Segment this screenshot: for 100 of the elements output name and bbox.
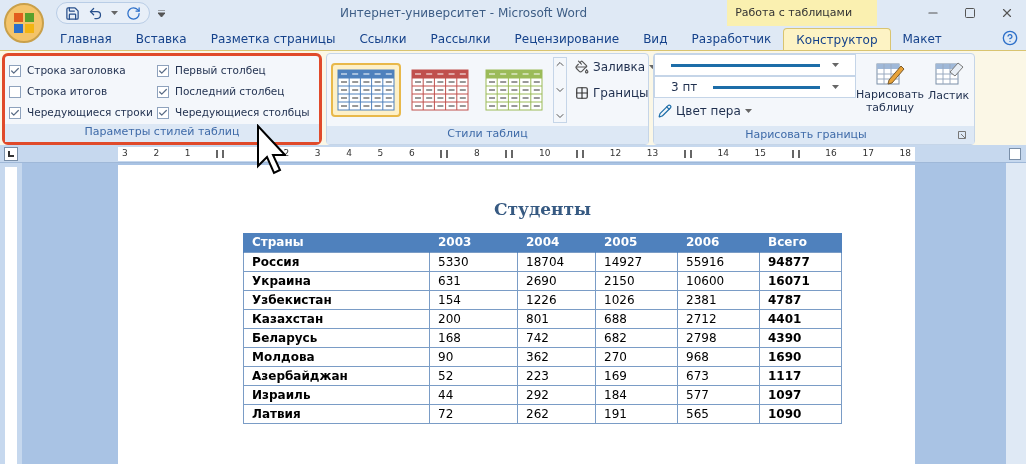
eraser-button[interactable]: Ластик: [924, 54, 974, 126]
checkbox[interactable]: [9, 107, 21, 120]
table-cell: 10600: [677, 271, 760, 291]
caret-icon: [832, 63, 839, 67]
table-cell: 2381: [677, 290, 760, 310]
maximize-icon[interactable]: [964, 7, 976, 19]
table-cell: 2150: [595, 271, 678, 291]
caret-icon: [111, 11, 118, 15]
ribbon-tab[interactable]: Вид: [631, 28, 680, 50]
table-cell: 168: [429, 328, 518, 348]
table-cell: 18704: [517, 252, 596, 272]
vertical-scrollbar[interactable]: [1006, 163, 1026, 464]
column-marker[interactable]: [505, 149, 514, 158]
ruler-number: 2: [153, 146, 160, 160]
tab-selector[interactable]: [4, 146, 18, 161]
table-cell: 1117: [759, 366, 842, 386]
table-cell: Казахстан: [243, 309, 430, 329]
caret-icon: [744, 109, 752, 113]
table-cell: 362: [517, 347, 596, 367]
table-cell: 682: [595, 328, 678, 348]
table-cell: 2690: [517, 271, 596, 291]
table-cell: Россия: [243, 252, 430, 272]
ruler-number: 3: [314, 146, 321, 160]
table-cell: 1226: [517, 290, 596, 310]
checkbox[interactable]: [157, 64, 169, 77]
checkbox[interactable]: [9, 86, 21, 98]
table-cell: Азербайджан: [243, 366, 430, 386]
pen-color-button[interactable]: Цвет пера: [658, 102, 856, 120]
table-cell: 262: [517, 404, 596, 424]
table-style-thumbnail[interactable]: [331, 63, 401, 117]
help-icon[interactable]: [1002, 30, 1018, 46]
table-cell: Молдова: [243, 347, 430, 367]
ruler-number: 1: [184, 146, 191, 160]
ribbon-tab[interactable]: Рецензирование: [502, 28, 632, 50]
table-cell: 1690: [759, 347, 842, 367]
table-cell: 292: [517, 385, 596, 405]
column-marker[interactable]: [683, 149, 692, 158]
table-cell: 631: [429, 271, 518, 291]
office-logo-icon: [13, 12, 35, 34]
table-cell: 94877: [759, 252, 842, 272]
table-cell: 4390: [759, 328, 842, 348]
dialog-launcher-icon[interactable]: [958, 131, 966, 139]
ribbon-tab[interactable]: Ссылки: [347, 28, 419, 50]
table-cell: 565: [677, 404, 760, 424]
table-cell: 2798: [677, 328, 760, 348]
pen-color-icon: [658, 104, 672, 118]
ribbon-tab[interactable]: Рассылки: [418, 28, 503, 50]
ruler-number: 15: [754, 146, 767, 160]
checkbox[interactable]: [157, 86, 169, 98]
redo-icon[interactable]: [126, 5, 141, 21]
ribbon-tab[interactable]: Разметка страницы: [198, 28, 348, 50]
column-header: 2003: [429, 232, 518, 253]
ruler-number: 8: [473, 146, 480, 160]
line-style-dropdown[interactable]: [654, 54, 856, 76]
table-cell: Узбекистан: [243, 290, 430, 310]
table-cell: 742: [517, 328, 596, 348]
ruler-number: 13: [646, 146, 659, 160]
draw-table-button[interactable]: Нарисовать таблицу: [856, 54, 924, 126]
borders-icon: [575, 86, 589, 100]
caret-icon: [832, 85, 839, 89]
column-marker[interactable]: [440, 149, 449, 158]
checkbox[interactable]: [9, 64, 21, 77]
table-cell: 270: [595, 347, 678, 367]
line-weight-dropdown[interactable]: 3 пт: [654, 76, 856, 98]
undo-icon[interactable]: [88, 5, 103, 21]
table-cell: Беларусь: [243, 328, 430, 348]
column-marker[interactable]: [216, 149, 225, 158]
customize-toolbar-icon[interactable]: [158, 9, 165, 17]
checkbox-label: Последний столбец: [175, 84, 285, 100]
table-cell: 223: [517, 366, 596, 386]
save-icon[interactable]: [65, 5, 80, 21]
ribbon-tab[interactable]: Макет: [890, 28, 954, 50]
table-cell: Украина: [243, 271, 430, 291]
column-marker[interactable]: [791, 149, 800, 158]
checkbox[interactable]: [157, 107, 169, 120]
table-cell: 1097: [759, 385, 842, 405]
table-cell: 72: [429, 404, 518, 424]
office-button[interactable]: [4, 3, 44, 43]
table-cell: 44: [429, 385, 518, 405]
close-icon[interactable]: [1000, 6, 1014, 20]
table-cell: 688: [595, 309, 678, 329]
ruler-number: 10: [538, 146, 551, 160]
ribbon-tab[interactable]: Разработчик: [679, 28, 784, 50]
ribbon-tab[interactable]: Главная: [48, 28, 124, 50]
table-cell: Латвия: [243, 404, 430, 424]
table-cell: 90: [429, 347, 518, 367]
table-cell: 200: [429, 309, 518, 329]
table-cell: 55916: [677, 252, 760, 272]
table-cell: 577: [677, 385, 760, 405]
ribbon-tab[interactable]: Вставка: [123, 28, 199, 50]
checkbox-label: Строка итогов: [27, 84, 108, 100]
ruler-number: 5: [377, 146, 384, 160]
ribbon-tab[interactable]: Конструктор: [783, 28, 891, 50]
column-header: Страны: [243, 232, 430, 253]
column-marker[interactable]: [576, 149, 585, 158]
table-cell: 184: [595, 385, 678, 405]
context-tab-group-label: Работа с таблицами: [727, 0, 878, 26]
view-ruler-button[interactable]: [1009, 147, 1021, 160]
table-cell: 169: [595, 366, 678, 386]
group-label: Параметры стилей таблиц: [5, 124, 319, 142]
